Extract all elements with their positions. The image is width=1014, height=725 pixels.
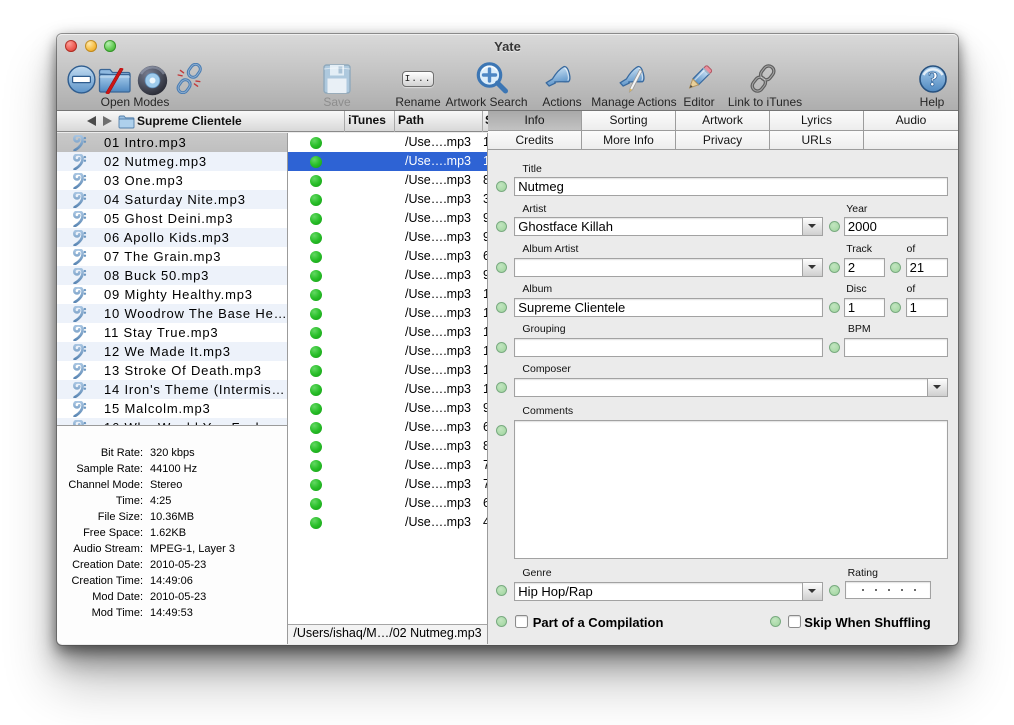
svg-text:?: ? <box>928 67 939 91</box>
